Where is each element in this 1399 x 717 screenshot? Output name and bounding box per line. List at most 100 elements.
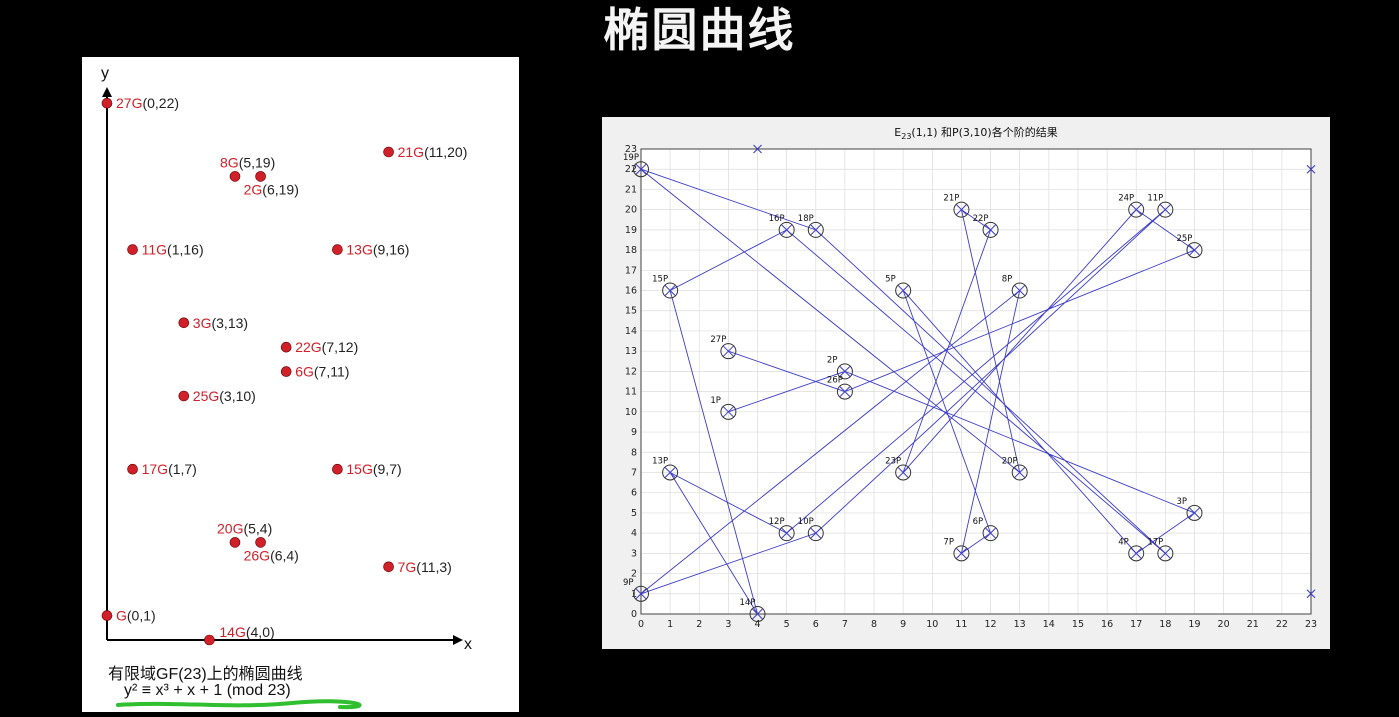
y-tick-label: 13 bbox=[625, 346, 637, 357]
x-tick-label: 22 bbox=[1276, 619, 1288, 630]
x-tick-label: 19 bbox=[1188, 619, 1200, 630]
point-label-15g: 15G(9,7) bbox=[346, 461, 401, 477]
green-underline bbox=[116, 699, 362, 710]
x-tick-label: 10 bbox=[926, 619, 938, 630]
point-label-13g: 13G(9,16) bbox=[346, 242, 409, 258]
point-label-26g: 26G(6,4) bbox=[244, 547, 299, 563]
data-point-7g bbox=[383, 561, 394, 573]
y-tick-label: 10 bbox=[625, 407, 637, 418]
y-tick-label: 6 bbox=[631, 488, 637, 499]
point-label-17p: 17P bbox=[1147, 537, 1163, 547]
point-label-3g: 3G(3,13) bbox=[193, 315, 248, 331]
y-tick-label: 20 bbox=[625, 205, 637, 216]
x-tick-label: 21 bbox=[1247, 619, 1259, 630]
x-tick-label: 2 bbox=[696, 619, 702, 630]
point-label-2g: 2G(6,19) bbox=[244, 181, 299, 197]
x-tick-label: 17 bbox=[1130, 619, 1142, 630]
chart-title: E23(1,1) 和P(3,10)各个阶的结果 bbox=[894, 125, 1057, 141]
point-label-20g: 20G(5,4) bbox=[217, 520, 272, 536]
left-caption-title: 有限域GF(23)上的椭圆曲线 bbox=[108, 666, 303, 683]
x-tick-label: 3 bbox=[725, 619, 731, 630]
point-label-21g: 21G(11,20) bbox=[398, 144, 468, 160]
y-axis-arrow bbox=[102, 87, 112, 97]
y-tick-label: 21 bbox=[625, 184, 637, 195]
point-label-4p: 4P bbox=[1118, 537, 1129, 547]
y-tick-label: 15 bbox=[625, 306, 637, 317]
data-point-14g bbox=[204, 634, 215, 646]
point-label-7g: 7G(11,3) bbox=[398, 559, 452, 575]
point-label-20p: 20P bbox=[1002, 456, 1018, 466]
point-label-25p: 25P bbox=[1176, 234, 1192, 244]
y-tick-label: 4 bbox=[631, 528, 637, 539]
y-tick-label: 11 bbox=[625, 387, 637, 398]
point-label-5p: 5P bbox=[885, 275, 896, 285]
left-caption-equation: y² ≡ x³ + x + 1 (mod 23) bbox=[124, 682, 291, 699]
point-label-8p: 8P bbox=[1002, 275, 1013, 285]
point-label-14p: 14P bbox=[740, 598, 756, 608]
x-tick-label: 15 bbox=[1072, 619, 1084, 630]
slide-title: 椭圆曲线 bbox=[603, 3, 796, 57]
point-label-12p: 12P bbox=[769, 517, 785, 527]
x-tick-label: 8 bbox=[871, 619, 877, 630]
point-label-14g: 14G(4,0) bbox=[219, 624, 274, 640]
y-tick-label: 12 bbox=[625, 366, 637, 377]
point-label-23p: 23P bbox=[885, 456, 901, 466]
point-label-7p: 7P bbox=[943, 537, 954, 547]
point-label-18p: 18P bbox=[798, 214, 814, 224]
data-point-17g bbox=[127, 463, 138, 475]
y-tick-label: 3 bbox=[631, 548, 637, 559]
point-label-27g: 27G(0,22) bbox=[116, 95, 179, 111]
y-axis-label: y bbox=[101, 65, 109, 82]
x-tick-label: 14 bbox=[1043, 619, 1055, 630]
data-point-21g bbox=[383, 146, 394, 158]
data-point-22g bbox=[280, 341, 292, 353]
data-point-g bbox=[101, 610, 113, 621]
x-tick-label: 7 bbox=[842, 619, 848, 630]
point-label-22p: 22P bbox=[973, 214, 989, 224]
x-tick-label: 20 bbox=[1218, 619, 1230, 630]
data-point-20g bbox=[229, 537, 241, 548]
point-label-22g: 22G(7,12) bbox=[295, 339, 358, 355]
right-line-panel: 0 1 2 3 4 5 6 7 8 9 10 11 12 13 14 15 16 17 18 19 20 21 22 23 0 1… bbox=[602, 117, 1330, 649]
point-label-17g: 17G(1,7) bbox=[142, 461, 197, 477]
y-tick-label: 17 bbox=[625, 265, 637, 276]
point-label-6g: 6G(7,11) bbox=[295, 364, 349, 380]
point-label-11p: 11P bbox=[1147, 194, 1163, 204]
data-point-27g bbox=[101, 97, 113, 109]
x-tick-label: 16 bbox=[1101, 619, 1113, 630]
data-point-2g bbox=[255, 171, 266, 182]
point-label-19p: 19P bbox=[623, 153, 639, 163]
data-point-11g bbox=[127, 244, 138, 255]
point-label-13p: 13P bbox=[652, 456, 668, 466]
right-line-chart: 0 1 2 3 4 5 6 7 8 9 10 11 12 13 14 15 16 17 18 19 20 21 22 2301… bbox=[623, 125, 1317, 630]
point-label-24p: 24P bbox=[1118, 194, 1134, 204]
point-label-11g: 11G(1,16) bbox=[142, 242, 204, 258]
y-tick-label: 8 bbox=[631, 447, 637, 458]
point-label-16p: 16P bbox=[769, 214, 785, 224]
point-label-10p: 10P bbox=[798, 517, 814, 527]
data-point-3g bbox=[178, 317, 190, 329]
x-tick-label: 9 bbox=[900, 619, 906, 630]
point-label-3p: 3P bbox=[1176, 497, 1187, 507]
x-axis-arrow bbox=[453, 635, 463, 645]
data-point-25g bbox=[178, 390, 190, 402]
point-label-25g: 25G(3,10) bbox=[193, 388, 256, 404]
data-point-15g bbox=[332, 463, 343, 475]
left-scatter-panel: x y 27G(0,22) 21G(11,20) 8G(5,19) 2G(6,19) 11G… bbox=[82, 57, 519, 712]
point-label-g: G(0,1) bbox=[116, 608, 156, 624]
x-axis-label: x bbox=[464, 636, 472, 653]
y-tick-label: 5 bbox=[631, 508, 637, 519]
x-tick-label: 23 bbox=[1305, 619, 1317, 630]
x-tick-label: 4 bbox=[754, 619, 760, 630]
point-label-21p: 21P bbox=[943, 194, 959, 204]
x-tick-label: 11 bbox=[955, 619, 967, 630]
point-label-15p: 15P bbox=[652, 275, 668, 285]
y-tick-label: 9 bbox=[631, 427, 637, 438]
point-label-26p: 26P bbox=[827, 376, 843, 386]
data-point-13g bbox=[332, 244, 343, 255]
x-tick-label: 13 bbox=[1014, 619, 1026, 630]
x-tick-label: 18 bbox=[1159, 619, 1171, 630]
x-tick-label: 5 bbox=[784, 619, 790, 630]
point-label-8g: 8G(5,19) bbox=[220, 154, 275, 170]
y-tick-label: 0 bbox=[631, 609, 637, 620]
